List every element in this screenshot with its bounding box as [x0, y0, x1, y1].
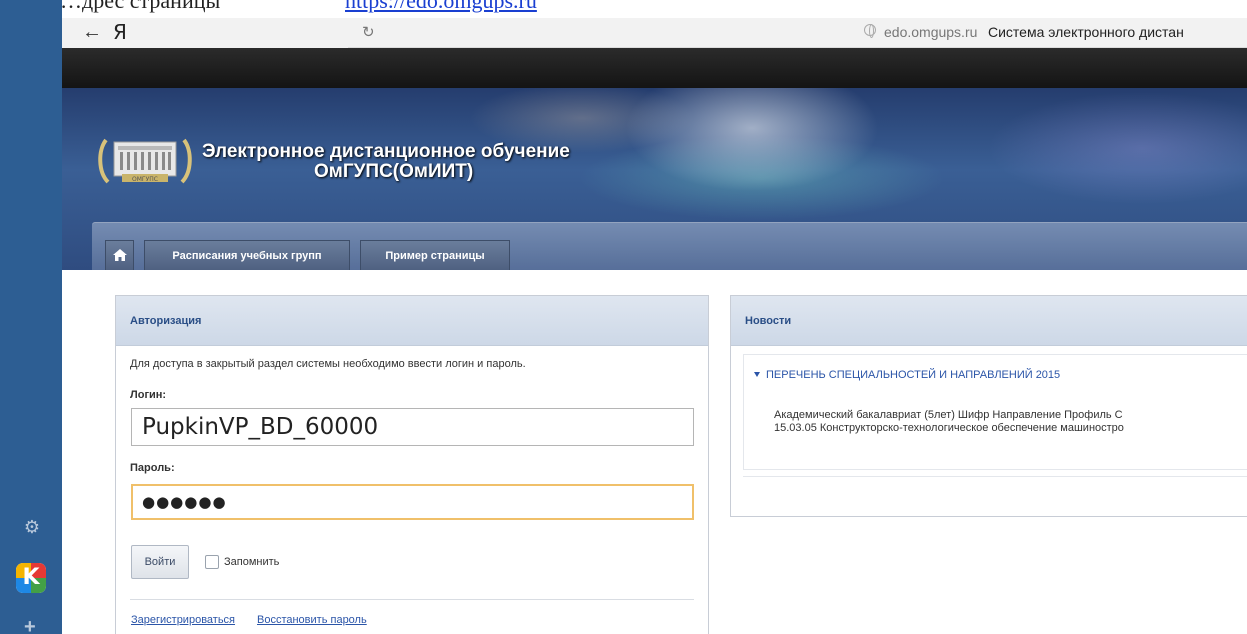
add-icon[interactable]: +: [24, 617, 36, 634]
home-icon: [112, 249, 127, 261]
address-page-title[interactable]: Система электронного дистан: [988, 23, 1184, 41]
news-item: ПЕРЕЧЕНЬ СПЕЦИАЛЬНОСТЕЙ И НАПРАВЛЕНИЙ 20…: [743, 354, 1247, 470]
news-item-title-text[interactable]: ПЕРЕЧЕНЬ СПЕЦИАЛЬНОСТЕЙ И НАПРАВЛЕНИЙ 20…: [766, 369, 1060, 381]
document-text: …дрес страницы: [60, 0, 221, 13]
news-panel: Новости ПЕРЕЧЕНЬ СПЕЦИАЛЬНОСТЕЙ И НАПРАВ…: [730, 295, 1247, 517]
news-item-title[interactable]: ПЕРЕЧЕНЬ СПЕЦИАЛЬНОСТЕЙ И НАПРАВЛЕНИЙ 20…: [754, 369, 1060, 381]
remember-checkbox[interactable]: [205, 555, 219, 569]
password-input[interactable]: ●●●●●●: [131, 484, 694, 520]
login-input[interactable]: PupkinVP_BD_60000: [131, 408, 694, 446]
reload-icon[interactable]: ↻: [362, 23, 375, 43]
news-item-line2: 15.03.05 Конструкторско-технологическое …: [774, 422, 1124, 434]
browser-sidebar: ⚙ K +: [0, 0, 62, 634]
remember-label[interactable]: Запомнить: [224, 555, 279, 569]
document-top-fragment: …дрес страницы https://edo.omgups.ru: [0, 0, 1247, 18]
back-arrow-icon[interactable]: ←: [82, 20, 102, 44]
auth-description: Для доступа в закрытый раздел системы не…: [130, 358, 526, 370]
restore-password-link[interactable]: Восстановить пароль: [257, 614, 367, 626]
news-divider: [743, 476, 1247, 477]
logo-caption: ОМГУПС: [132, 176, 158, 183]
app-letter: K: [22, 565, 40, 590]
tab-group-schedules[interactable]: Расписания учебных групп: [144, 240, 350, 271]
divider: [130, 599, 694, 600]
login-label: Логин:: [130, 389, 167, 401]
document-link[interactable]: https://edo.omgups.ru: [345, 0, 537, 14]
register-link[interactable]: Зарегистрироваться: [131, 614, 235, 626]
gear-icon[interactable]: ⚙: [23, 518, 41, 536]
news-item-line1: Академический бакалавриат (5лет) Шифр На…: [774, 409, 1123, 421]
tab-home[interactable]: [105, 240, 134, 271]
address-domain[interactable]: edo.omgups.ru: [884, 23, 977, 41]
auth-panel-heading: Авторизация: [116, 296, 708, 346]
site-title: Электронное дистанционное обучение ОмГУП…: [202, 142, 570, 182]
yandex-logo-icon[interactable]: Я: [113, 20, 127, 44]
tab-sample-page[interactable]: Пример страницы: [360, 240, 510, 271]
site-title-line2: ОмГУПС(ОмИИТ): [314, 161, 474, 182]
globe-icon: [864, 24, 876, 38]
page: …дрес страницы https://edo.omgups.ru ⚙ K…: [0, 0, 1247, 634]
login-button[interactable]: Войти: [131, 545, 189, 579]
browser-toolbar: ← Я ↻ edo.omgups.ru Система электронного…: [62, 18, 1247, 48]
app-launcher-icon[interactable]: K: [16, 563, 46, 593]
site-title-line1: Электронное дистанционное обучение: [202, 141, 570, 162]
news-panel-heading: Новости: [731, 296, 1247, 346]
university-logo[interactable]: ОМГУПС: [96, 132, 194, 188]
password-label: Пароль:: [130, 462, 175, 474]
content-area: Авторизация Для доступа в закрытый разде…: [92, 270, 1247, 634]
site-top-bar: [62, 48, 1247, 88]
expand-triangle-icon: [754, 372, 760, 377]
site-header: ОМГУПС Электронное дистанционное обучени…: [62, 88, 1247, 271]
auth-panel: Авторизация Для доступа в закрытый разде…: [115, 295, 709, 634]
main-nav: Расписания учебных групп Пример страницы: [92, 222, 1247, 271]
